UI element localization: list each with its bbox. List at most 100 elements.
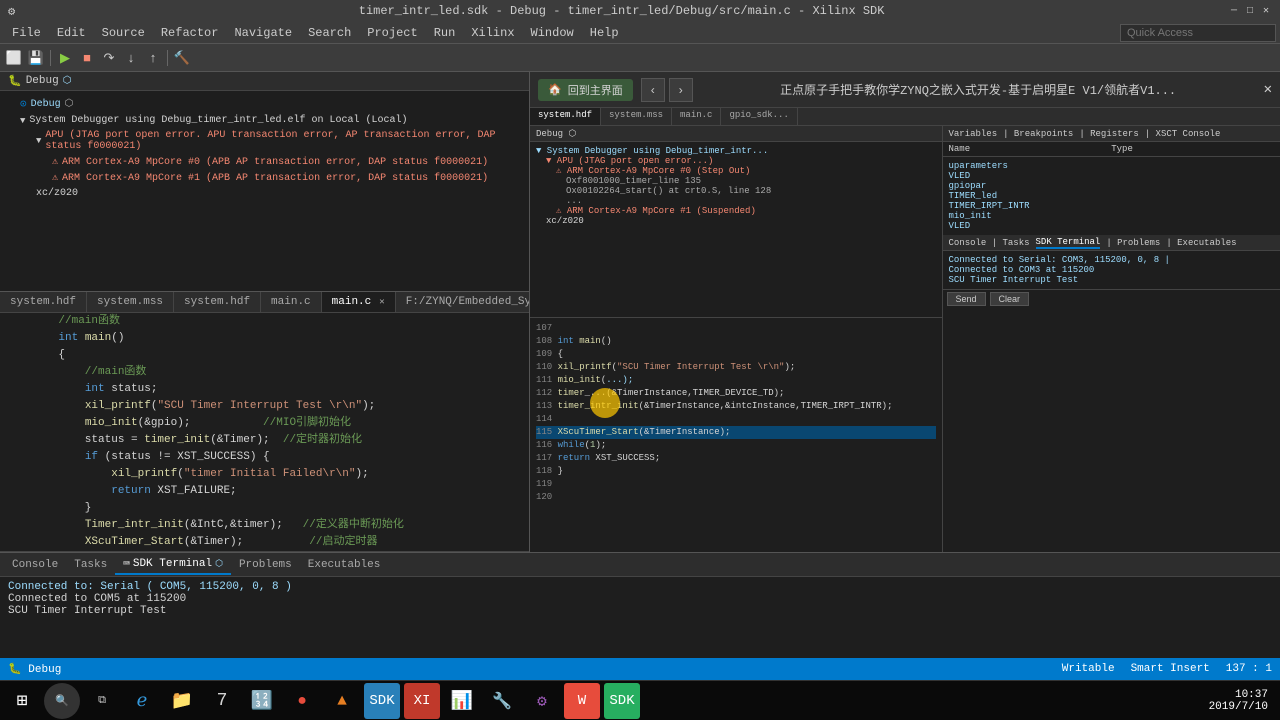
mini-debug-content: ▼ System Debugger using Debug_timer_intr… [530,142,942,230]
taskview-icon[interactable]: ⧉ [84,683,120,719]
search-taskbar-icon[interactable]: 🔍 [44,683,80,719]
tab-close-icon[interactable]: ✕ [379,297,384,307]
menu-project[interactable]: Project [359,22,425,43]
tab-label: main.c [271,296,311,308]
quick-access-input[interactable] [1120,24,1276,42]
menu-search[interactable]: Search [300,22,359,43]
editor-tabs: system.hdf system.mss system.hdf main.c … [0,292,529,313]
taskbar-date: 2019/7/10 [1209,701,1268,713]
file-explorer-icon[interactable]: 📁 [164,683,200,719]
tab-label: main.c [332,296,372,308]
menu-navigate[interactable]: Navigate [226,22,300,43]
tab-label: system.hdf [184,296,250,308]
xc7020-label: xc/z020 [36,188,78,199]
tab-system-hdf-1[interactable]: system.hdf [0,292,87,312]
title-bar-title: timer_intr_led.sdk - Debug - timer_intr_… [15,4,1228,18]
code-line: return XST_FAILURE; [0,483,529,500]
save-button[interactable]: 💾 [26,48,46,68]
start-button[interactable]: ⊞ [4,683,40,719]
cortex-a9-0-item[interactable]: ⚠ ARM Cortex-A9 MpCore #0 (APB AP transa… [0,154,529,170]
expand-icon: ▼ [20,116,25,126]
taskbar-app-1[interactable]: 7 [204,683,240,719]
taskbar-app-7[interactable]: 📊 [444,683,480,719]
code-editor[interactable]: //main函数 int main() { [0,313,529,552]
mini-debug-header: Debug ⬡ [530,126,942,142]
mini-send-button[interactable]: Send [947,292,986,306]
writable-status: Writable [1062,663,1115,675]
edge-icon[interactable]: ℯ [124,683,160,719]
step-out-button[interactable]: ↑ [143,48,163,68]
menu-help[interactable]: Help [582,22,627,43]
taskbar-app-6[interactable]: XI [404,683,440,719]
taskbar-clock: 10:37 [1209,689,1268,701]
taskbar-app-8[interactable]: 🔧 [484,683,520,719]
tab-console[interactable]: Console [4,557,66,573]
tab-zynq-path[interactable]: F:/ZYNQ/Embedded_Syst... [396,292,529,312]
variables-header: Name Type [943,142,1280,157]
close-button[interactable]: ✕ [1260,5,1272,17]
code-line: int main() [0,330,529,347]
apu-label: APU (JTAG port open error. APU transacti… [45,130,521,152]
new-button[interactable]: ⬜ [4,48,24,68]
tab-label: system.hdf [10,296,76,308]
taskbar-app-4[interactable]: ▲ [324,683,360,719]
top-section: 🐛 Debug ⬡ ⊙ Debug ⬡ ▼ System Debugger us… [0,72,1280,552]
tab-executables[interactable]: Executables [300,557,389,573]
menu-file[interactable]: File [4,22,49,43]
tab-main-c-2[interactable]: main.c ✕ [322,292,396,312]
mini-left-panel: Debug ⬡ ▼ System Debugger using Debug_ti… [530,126,943,552]
xc7020-item[interactable]: xc/z020 [0,186,529,201]
step-into-button[interactable]: ↓ [121,48,141,68]
debug-button[interactable]: ▶ [55,48,75,68]
debug-mode-label: Debug [31,99,61,110]
tab-main-c-1[interactable]: main.c [261,292,322,312]
code-line: { [0,347,529,364]
build-button[interactable]: 🔨 [172,48,192,68]
mini-tab-1[interactable]: system.hdf [530,108,601,125]
tab-tasks[interactable]: Tasks [66,557,115,573]
back-button[interactable]: ‹ [641,78,665,102]
variables-content: uparameters VLED gpiopar TIMER_led TIMER… [943,157,1280,235]
browser-title: 正点原子手把手教你学ZYNQ之嵌入式开发-基于启明星E V1/领航者V1... [701,81,1256,98]
taskbar-app-11[interactable]: SDK [604,683,640,719]
taskbar-app-3[interactable]: ● [284,683,320,719]
mini-clear-button[interactable]: Clear [990,292,1030,306]
mini-tab-2[interactable]: system.mss [601,108,672,125]
menu-xilinx[interactable]: Xilinx [463,22,522,43]
menu-run[interactable]: Run [426,22,464,43]
minimize-button[interactable]: ─ [1228,5,1240,17]
toolbar: ⬜ 💾 ▶ ■ ↷ ↓ ↑ 🔨 [0,44,1280,72]
stop-button[interactable]: ■ [77,48,97,68]
mini-serial-buttons: Send Clear [943,289,1280,308]
cortex1-icon: ⚠ [52,172,58,184]
tab-sdk-terminal[interactable]: ⌨ SDK Terminal ⬡ [115,555,231,575]
taskbar-app-2[interactable]: 🔢 [244,683,280,719]
cortex-a9-1-item[interactable]: ⚠ ARM Cortex-A9 MpCore #1 (APB AP transa… [0,170,529,186]
menu-source[interactable]: Source [94,22,153,43]
horizontal-scrollbar[interactable] [0,551,529,552]
tab-system-hdf-2[interactable]: system.hdf [174,292,261,312]
taskbar-app-10[interactable]: W [564,683,600,719]
menu-window[interactable]: Window [523,22,582,43]
mini-tab-4[interactable]: gpio_sdk... [721,108,797,125]
forward-button[interactable]: › [669,78,693,102]
terminal-line-test: SCU Timer Interrupt Test [8,605,1272,617]
status-bar: 🐛 Debug Writable Smart Insert 137 : 1 [0,658,1280,680]
apu-item[interactable]: ▼ APU (JTAG port open error. APU transac… [0,128,529,154]
browser-close-button[interactable]: ✕ [1264,81,1272,98]
maximize-button[interactable]: □ [1244,5,1256,17]
code-line: mio_init(&gpio); //MIO引脚初始化 [0,415,529,432]
taskbar-app-9[interactable]: ⚙ [524,683,560,719]
tab-problems[interactable]: Problems [231,557,300,573]
home-button[interactable]: 🏠 回到主界面 [538,79,633,101]
tab-system-mss[interactable]: system.mss [87,292,174,312]
overlay-browser: 🏠 回到主界面 ‹ › 正点原子手把手教你学ZYNQ之嵌入式开发-基于启明星E … [530,72,1280,552]
mini-tab-3[interactable]: main.c [672,108,721,125]
taskbar-app-5[interactable]: SDK [364,683,400,719]
menu-edit[interactable]: Edit [49,22,94,43]
code-line: //main函数 [0,364,529,381]
step-over-button[interactable]: ↷ [99,48,119,68]
mini-right-panel: Variables | Breakpoints | Registers | XS… [943,126,1280,552]
system-debugger-item[interactable]: ▼ System Debugger using Debug_timer_intr… [0,113,529,128]
menu-refactor[interactable]: Refactor [153,22,227,43]
